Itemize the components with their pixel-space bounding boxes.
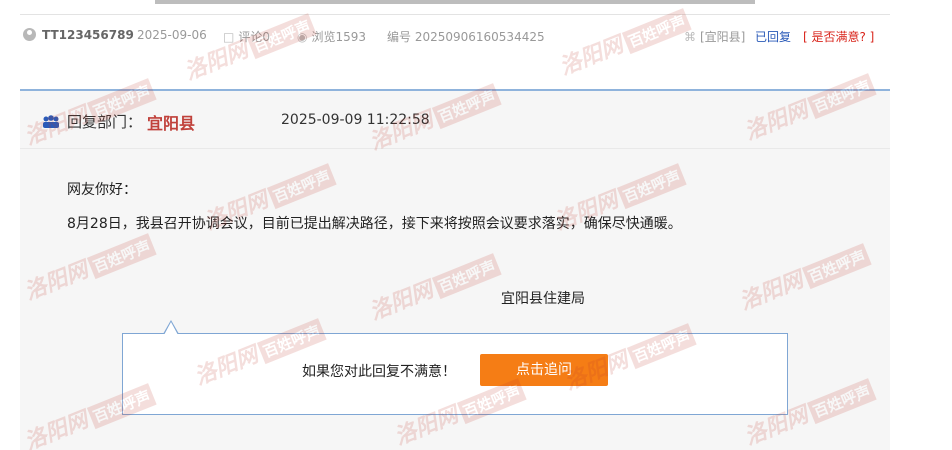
department-tag-text[interactable]: [宜阳县] [700,30,745,44]
comment-count: □ 评论0 [223,28,270,45]
post-date: 2025-09-06 [137,28,207,42]
top-image-strip [155,0,755,4]
callout-arrow-inner [164,322,178,335]
reply-content: 8月28日，我县召开协调会议，目前已提出解决路径，接下来将按照会议要求落实，确保… [67,216,682,232]
reply-greeting: 网友你好： [67,182,137,198]
post-author[interactable]: TT123456789 [23,28,134,42]
followup-box: 如果您对此回复不满意！ 点击追问 [122,320,788,415]
eye-icon: ◉ [297,30,308,44]
department-tag[interactable]: ⌘ [宜阳县] [684,28,745,45]
reply-dept-label: 回复部门： [67,113,143,131]
comment-count-text: 评论0 [238,30,270,44]
reply-status: 已回复 [755,30,792,44]
post-meta-bar: TT123456789 2025-09-06 □ 评论0 ◉ 浏览1593 编号 2… [20,14,890,56]
post-code: 编号 20250906160534425 [387,30,545,44]
followup-prompt: 如果您对此回复不满意！ [302,364,456,380]
view-count: ◉ 浏览1593 [297,28,366,45]
comment-icon: □ [223,30,235,44]
view-count-text: 浏览1593 [311,30,367,44]
department-icon: ⌘ [684,30,696,44]
followup-button[interactable]: 点击追问 [480,354,608,386]
user-icon [23,28,36,41]
reply-signature: 宜阳县住建局 [501,291,585,307]
reply-header: 回复部门： 宜阳县 2025-09-09 11:22:58 [20,91,890,149]
department-icon [43,115,59,128]
author-name[interactable]: TT123456789 [42,28,134,42]
satisfaction-link[interactable]: [ 是否满意? ] [803,28,874,45]
reply-time: 2025-09-09 11:22:58 [281,112,430,128]
reply-dept-name: 宜阳县 [147,114,196,133]
